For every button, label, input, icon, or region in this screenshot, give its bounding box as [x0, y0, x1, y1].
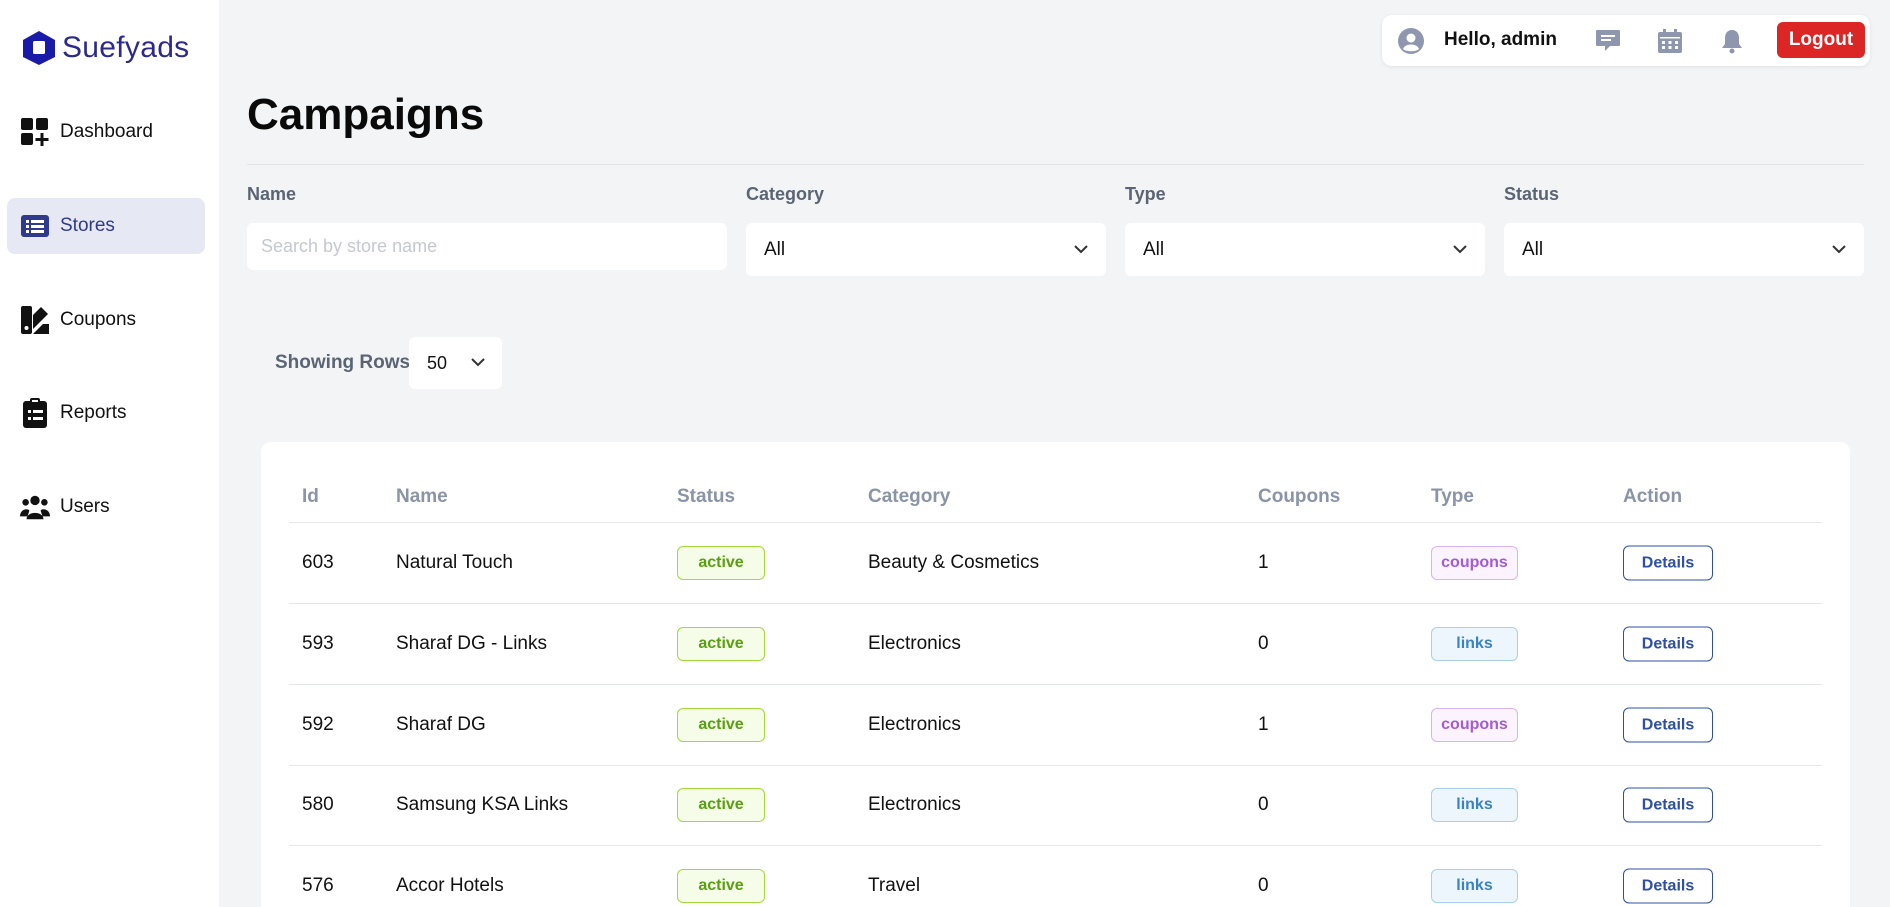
category-filter-label: Category [746, 184, 825, 204]
chevron-down-icon [1453, 241, 1467, 259]
cell-coupons: 0 [1258, 875, 1269, 896]
clipboard-icon [20, 398, 50, 428]
column-header-category[interactable]: Category [868, 486, 950, 508]
category-select[interactable]: All [746, 223, 1106, 276]
sidebar-item-coupons[interactable]: Coupons [7, 292, 205, 348]
user-panel: Hello, admin Logout [1382, 15, 1870, 66]
sidebar-item-stores[interactable]: Stores [7, 198, 205, 254]
status-badge: active [677, 708, 765, 742]
name-filter-label: Name [247, 184, 297, 204]
type-badge: links [1431, 627, 1518, 661]
type-badge: coupons [1431, 708, 1518, 742]
cell-category: Electronics [868, 633, 961, 654]
sidebar-item-dashboard[interactable]: Dashboard [7, 104, 205, 160]
cell-coupons: 0 [1258, 794, 1269, 815]
cell-id: 593 [302, 633, 334, 654]
cell-category: Beauty & Cosmetics [868, 552, 1040, 573]
cell-name: Accor Hotels [396, 875, 504, 896]
chevron-down-icon [471, 354, 485, 372]
table-row: 593 Sharaf DG - Links active Electronics… [289, 604, 1822, 685]
table-row: 576 Accor Hotels active Travel 0 links D… [289, 846, 1822, 907]
cell-coupons: 1 [1258, 552, 1269, 573]
column-header-type[interactable]: Type [1431, 486, 1474, 508]
cell-name: Samsung KSA Links [396, 794, 569, 815]
type-select-value: All [1143, 238, 1165, 260]
search-input[interactable] [247, 223, 727, 270]
cell-coupons: 1 [1258, 714, 1269, 735]
status-filter-label: Status [1504, 184, 1560, 204]
category-select-value: All [764, 238, 786, 260]
dashboard-icon [20, 117, 50, 147]
details-button[interactable]: Details [1623, 626, 1713, 662]
greeting: Hello, admin [1444, 29, 1557, 50]
cell-name: Natural Touch [396, 552, 513, 573]
cell-id: 580 [302, 794, 334, 815]
logout-button[interactable]: Logout [1777, 22, 1865, 58]
column-header-name[interactable]: Name [396, 486, 448, 508]
column-header-id[interactable]: Id [302, 486, 319, 508]
brand-name: Suefyads [62, 31, 190, 64]
type-badge: coupons [1431, 546, 1518, 580]
sidebar-item-label: Dashboard [60, 121, 153, 142]
column-header-action[interactable]: Action [1623, 486, 1682, 508]
type-select[interactable]: All [1125, 223, 1485, 276]
list-icon [20, 211, 50, 241]
bell-icon[interactable] [1718, 27, 1746, 55]
cell-id: 576 [302, 875, 334, 896]
type-badge: links [1431, 869, 1518, 903]
rows-per-page-value: 50 [427, 352, 448, 373]
logo-icon [22, 30, 56, 66]
rows-per-page-select[interactable]: 50 [409, 337, 502, 389]
users-icon [20, 492, 50, 522]
status-badge: active [677, 546, 765, 580]
cell-category: Travel [868, 875, 921, 896]
table-row: 592 Sharaf DG active Electronics 1 coupo… [289, 685, 1822, 766]
calendar-icon[interactable] [1656, 27, 1684, 55]
message-icon[interactable] [1594, 27, 1622, 55]
coupons-icon [20, 305, 50, 335]
sidebar-item-label: Users [60, 496, 110, 517]
table-row: 580 Samsung KSA Links active Electronics… [289, 765, 1822, 846]
details-button[interactable]: Details [1623, 787, 1713, 823]
divider [247, 164, 1864, 165]
sidebar-item-reports[interactable]: Reports [7, 385, 205, 441]
details-button[interactable]: Details [1623, 707, 1713, 743]
cell-category: Electronics [868, 714, 961, 735]
sidebar-item-users[interactable]: Users [7, 479, 205, 535]
status-badge: active [677, 627, 765, 661]
sidebar-item-label: Stores [60, 215, 115, 236]
chevron-down-icon [1832, 241, 1846, 259]
column-header-coupons[interactable]: Coupons [1258, 486, 1340, 508]
avatar-icon[interactable] [1398, 28, 1424, 54]
campaigns-table: Id Name Status Category Coupons Type Act… [261, 442, 1850, 907]
cell-id: 592 [302, 714, 334, 735]
cell-id: 603 [302, 552, 334, 573]
cell-coupons: 0 [1258, 633, 1269, 654]
brand-logo[interactable]: Suefyads [22, 30, 189, 66]
status-badge: active [677, 788, 765, 822]
status-select[interactable]: All [1504, 223, 1864, 276]
details-button[interactable]: Details [1623, 868, 1713, 904]
cell-name: Sharaf DG - Links [396, 633, 547, 654]
status-badge: active [677, 869, 765, 903]
type-filter-label: Type [1125, 184, 1166, 204]
status-select-value: All [1522, 238, 1544, 260]
sidebar-item-label: Coupons [60, 309, 137, 330]
page-title: Campaigns [247, 90, 485, 139]
sidebar: Suefyads Dashboard Stores Coupons Report… [0, 0, 219, 907]
sidebar-item-label: Reports [60, 402, 127, 423]
column-header-status[interactable]: Status [677, 486, 735, 508]
showing-rows-label: Showing Rows [275, 352, 411, 373]
cell-name: Sharaf DG [396, 714, 486, 735]
cell-category: Electronics [868, 794, 961, 815]
details-button[interactable]: Details [1623, 545, 1713, 581]
table-row: 603 Natural Touch active Beauty & Cosmet… [289, 523, 1822, 604]
type-badge: links [1431, 788, 1518, 822]
chevron-down-icon [1074, 241, 1088, 259]
